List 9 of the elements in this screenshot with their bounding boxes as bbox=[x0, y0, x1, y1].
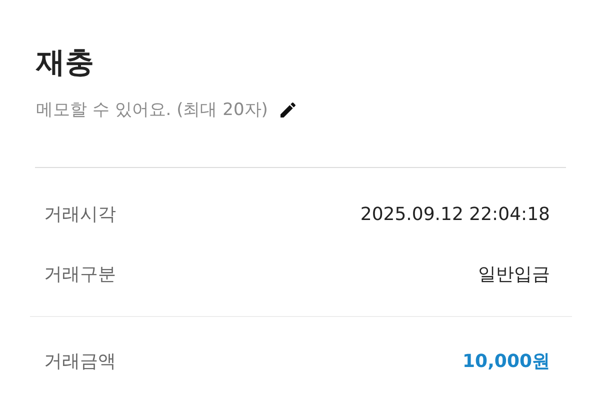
memo-field[interactable]: 메모할 수 있어요. (최대 20자) bbox=[36, 98, 268, 121]
pencil-icon[interactable] bbox=[278, 100, 298, 120]
detail-label: 거래시각 bbox=[44, 203, 116, 226]
detail-value: 일반입금 bbox=[478, 263, 550, 286]
detail-label: 거래구분 bbox=[44, 263, 116, 286]
detail-label: 거래금액 bbox=[44, 350, 116, 373]
amount-value: 10,000원 bbox=[462, 350, 550, 373]
detail-value: 2025.09.12 22:04:18 bbox=[360, 204, 550, 224]
page-title: 재충 bbox=[36, 44, 95, 81]
